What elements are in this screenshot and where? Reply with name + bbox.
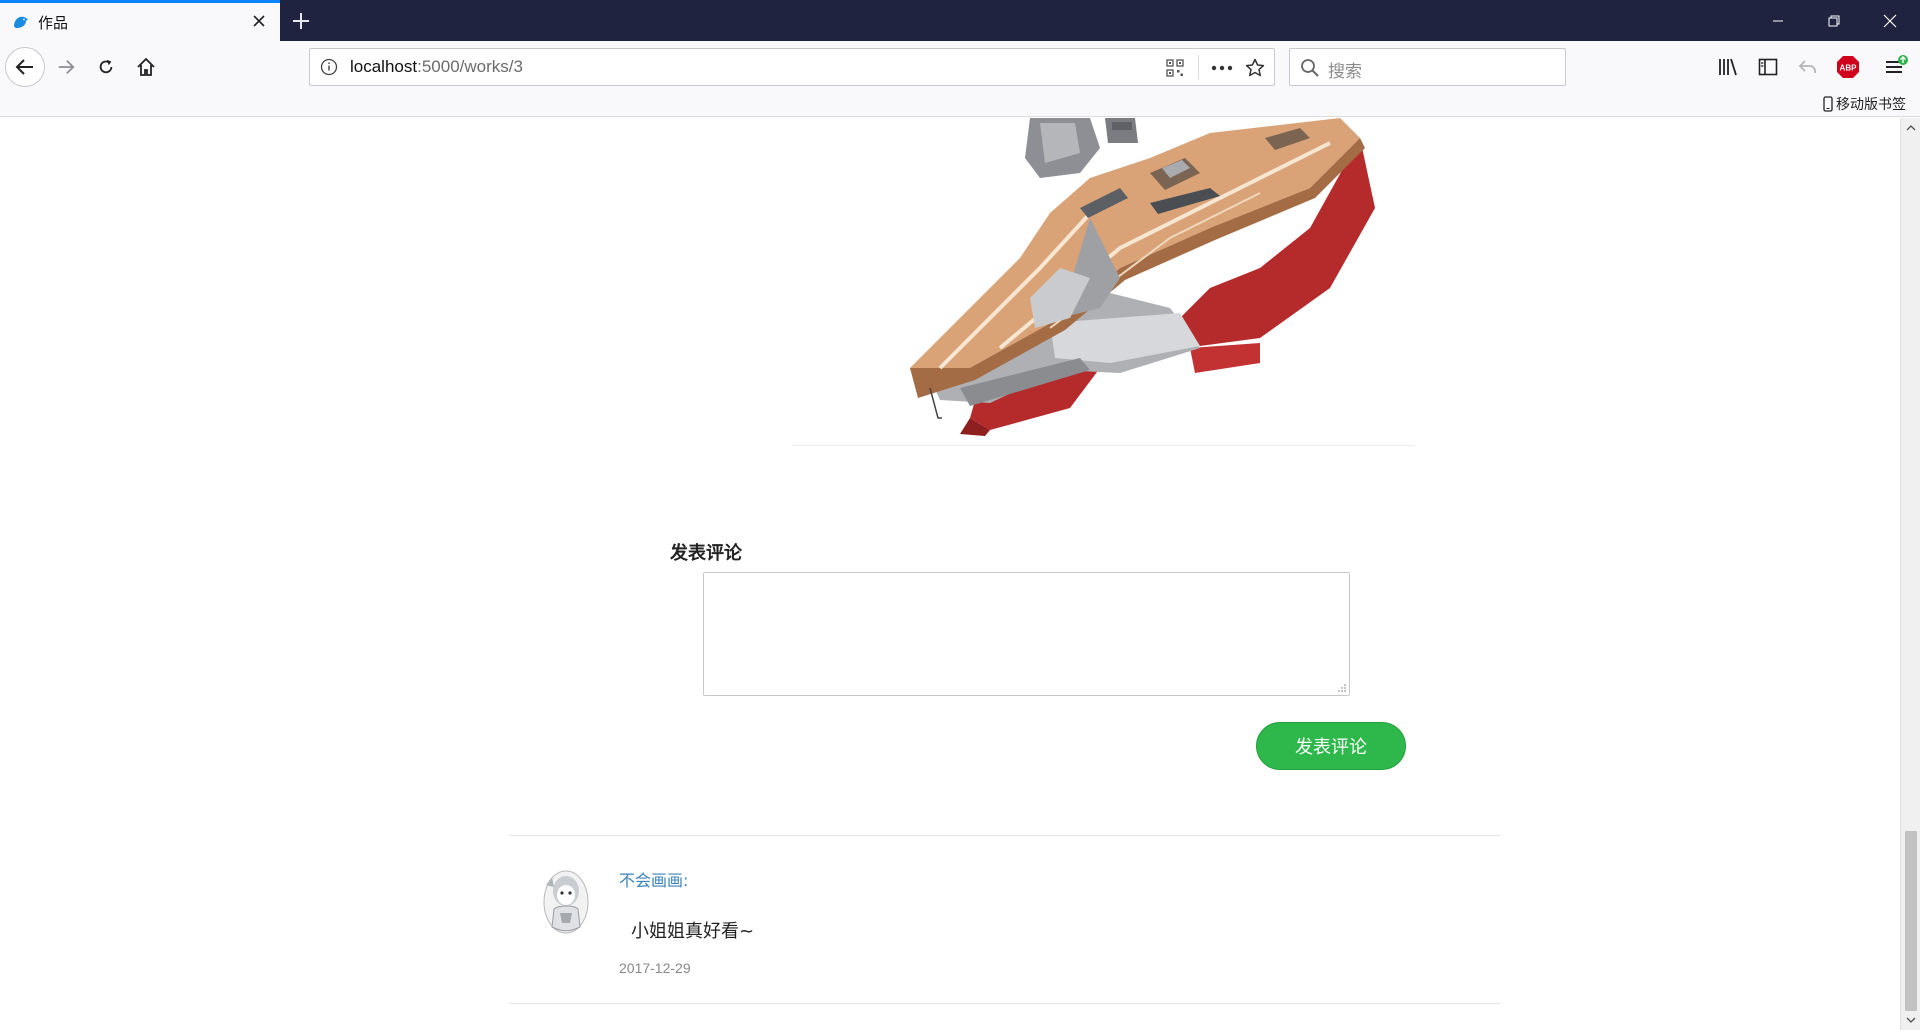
mobile-phone-icon [1823, 96, 1833, 112]
close-window-icon[interactable] [1862, 0, 1918, 41]
undo-icon[interactable] [1790, 49, 1826, 85]
resize-grip-icon[interactable] [1335, 681, 1347, 693]
url-text[interactable]: localhost:5000/works/3 [350, 57, 523, 77]
home-button[interactable] [126, 47, 166, 87]
submit-comment-button[interactable]: 发表评论 [1256, 722, 1406, 770]
page-viewport: 发表评论 发表评论 不会画画: 小姐姐真好看~ 2017-12-29 [0, 118, 1900, 1030]
back-button[interactable] [5, 47, 45, 87]
scroll-up-icon[interactable] [1901, 120, 1920, 136]
mobile-bookmarks-label: 移动版书签 [1836, 97, 1906, 113]
tab-title: 作品 [38, 14, 69, 32]
scroll-down-icon[interactable] [1901, 1012, 1920, 1028]
comment-textarea[interactable] [703, 572, 1350, 696]
restore-icon[interactable] [1806, 0, 1862, 41]
close-tab-icon[interactable] [248, 10, 270, 32]
comment-text: 小姐姐真好看~ [631, 921, 755, 942]
blue-bird-icon [14, 16, 28, 28]
bookmark-star-icon[interactable] [1243, 56, 1267, 80]
search-icon [1301, 59, 1319, 77]
avatar[interactable] [540, 869, 592, 935]
tab-strip: 作品 [0, 0, 1920, 41]
forward-arrow-icon [58, 60, 75, 74]
url-bar-separator [1198, 55, 1199, 79]
navigation-toolbar: localhost:5000/works/3 搜索 ABP [0, 41, 1920, 93]
search-placeholder: 搜索 [1328, 62, 1362, 82]
sidebar-icon[interactable] [1750, 49, 1786, 85]
library-icon[interactable] [1710, 49, 1746, 85]
comment-author-link[interactable]: 不会画画: [619, 867, 688, 891]
comments-divider-bottom [509, 1003, 1500, 1004]
bookmarks-bar: 移动版书签 [0, 93, 1920, 117]
search-bar[interactable]: 搜索 [1289, 48, 1566, 86]
back-arrow-icon [15, 59, 33, 75]
vertical-scrollbar[interactable] [1900, 118, 1920, 1030]
comment-date: 2017-12-29 [619, 960, 691, 976]
url-bar[interactable]: localhost:5000/works/3 [309, 48, 1275, 86]
comment-form-heading: 发表评论 [670, 543, 742, 564]
reload-icon [99, 59, 113, 74]
reload-button[interactable] [86, 47, 126, 87]
active-tab[interactable]: 作品 [0, 0, 280, 41]
forward-button[interactable] [46, 47, 86, 87]
adblock-label: ABP [1840, 64, 1858, 73]
mobile-bookmarks-button[interactable]: 移动版书签 [1823, 94, 1906, 114]
minimize-icon[interactable] [1750, 0, 1806, 41]
more-actions-icon[interactable] [1210, 56, 1234, 80]
menu-icon[interactable] [1878, 49, 1914, 85]
artwork-divider [792, 445, 1414, 446]
artwork-image [910, 118, 1375, 436]
new-tab-button[interactable] [288, 8, 314, 34]
qr-code-icon[interactable] [1163, 56, 1187, 80]
comments-divider-top [509, 835, 1500, 836]
info-icon[interactable] [320, 58, 338, 76]
home-icon [137, 57, 155, 76]
adblock-icon[interactable]: ABP [1830, 49, 1866, 85]
scrollbar-thumb[interactable] [1905, 831, 1917, 1011]
